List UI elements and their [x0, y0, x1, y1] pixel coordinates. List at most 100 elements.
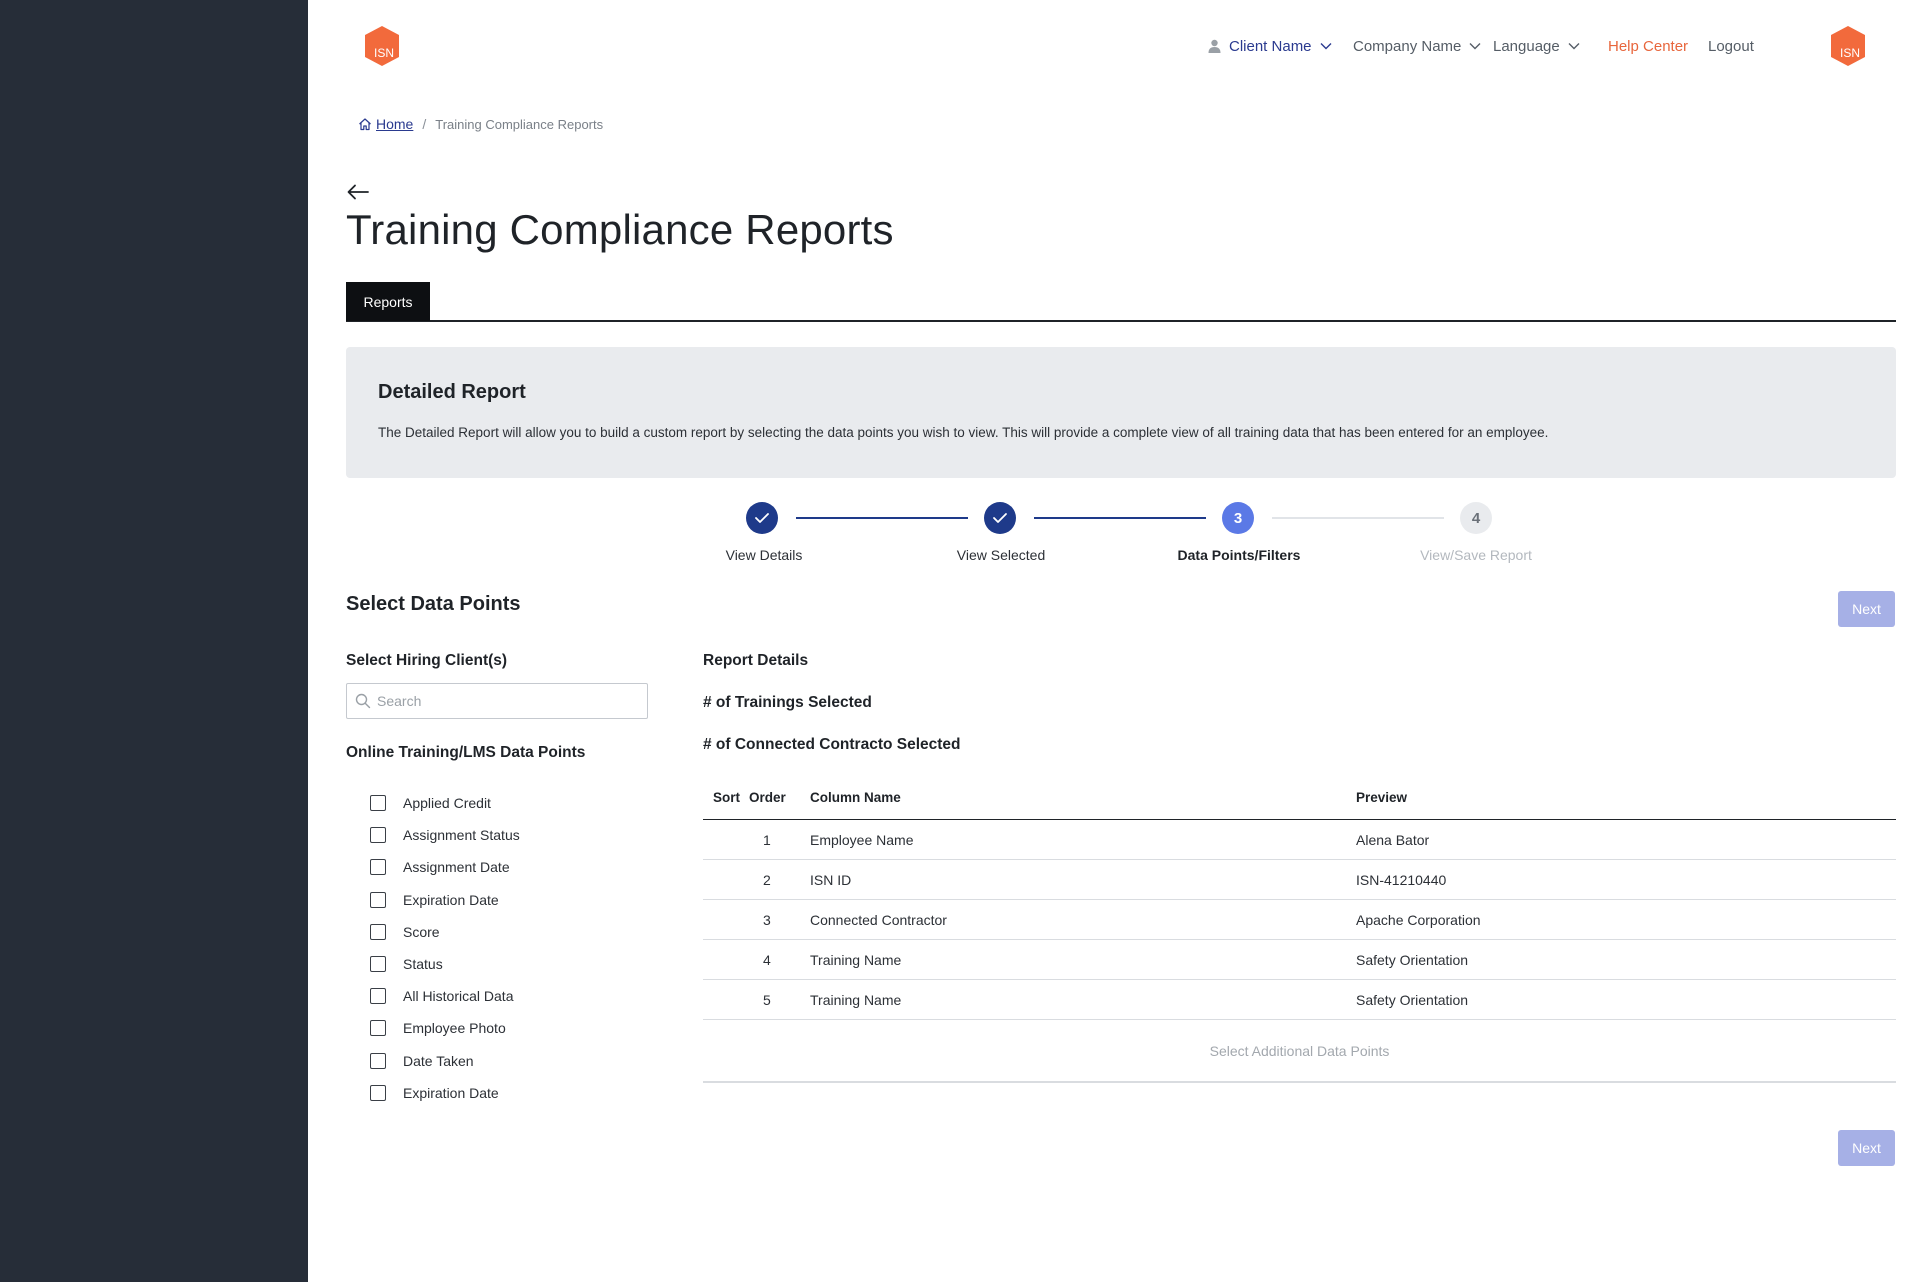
step-3-current[interactable]: 3: [1222, 502, 1254, 534]
checkbox[interactable]: [370, 1020, 386, 1037]
search-field[interactable]: [346, 683, 648, 719]
section-title: Select Data Points: [346, 593, 521, 615]
user-icon: [1208, 39, 1221, 53]
checkbox-applied-credit[interactable]: Applied Credit: [370, 787, 520, 819]
breadcrumb-current: Training Compliance Reports: [435, 116, 604, 132]
row-preview: ISN-41210440: [1356, 872, 1447, 888]
header-order[interactable]: Order: [749, 790, 786, 805]
row-order: 3: [763, 912, 771, 928]
next-button-bottom[interactable]: Next: [1838, 1130, 1895, 1166]
svg-text:ISN: ISN: [1840, 46, 1860, 60]
row-preview: Safety Orientation: [1356, 952, 1469, 968]
checkbox-label: Status: [403, 956, 443, 973]
user-avatar[interactable]: ISN: [1826, 24, 1870, 68]
info-description: The Detailed Report will allow you to bu…: [378, 425, 1549, 440]
checkbox[interactable]: [370, 891, 386, 908]
row-preview: Safety Orientation: [1356, 992, 1469, 1008]
logout-link[interactable]: Logout: [1708, 38, 1754, 55]
checkmark-icon: [755, 513, 769, 523]
header-sort[interactable]: Sort: [713, 790, 740, 805]
row-preview: Alena Bator: [1356, 832, 1430, 848]
contractors-selected-label: # of Connected Contracto Selected: [703, 736, 961, 753]
language-dropdown[interactable]: Language: [1493, 38, 1580, 55]
chevron-down-icon: [1568, 43, 1580, 50]
step-label: Data Points/Filters: [1177, 547, 1301, 563]
table-row[interactable]: 5 Training Name Safety Orientation: [703, 980, 1896, 1020]
checkbox[interactable]: [370, 827, 386, 844]
step-1-complete[interactable]: [746, 502, 778, 534]
row-order: 4: [763, 952, 771, 968]
checkbox-expiration-date-2[interactable]: Expiration Date: [370, 1077, 520, 1109]
next-button[interactable]: Next: [1838, 591, 1895, 627]
checkbox-all-historical-data[interactable]: All Historical Data: [370, 980, 520, 1012]
checkbox[interactable]: [370, 923, 386, 940]
table-header: Sort Order Column Name Preview: [703, 785, 1896, 820]
checkbox-label: Expiration Date: [403, 1084, 499, 1101]
checkbox-assignment-date[interactable]: Assignment Date: [370, 851, 520, 883]
breadcrumb-separator: /: [422, 116, 427, 132]
step-label: View/Save Report: [1420, 547, 1532, 563]
checkbox[interactable]: [370, 956, 386, 973]
home-icon: [359, 118, 371, 131]
row-preview: Apache Corporation: [1356, 912, 1481, 928]
tab-bar: Reports: [346, 282, 1896, 322]
checkbox[interactable]: [370, 1084, 386, 1101]
checkbox-expiration-date[interactable]: Expiration Date: [370, 884, 520, 916]
checkbox[interactable]: [370, 859, 386, 876]
step-label: View Selected: [956, 547, 1046, 563]
info-title: Detailed Report: [378, 381, 526, 403]
company-name-label: Company Name: [1353, 37, 1462, 55]
table-row[interactable]: 1 Employee Name Alena Bator: [703, 820, 1896, 860]
checkbox[interactable]: [370, 1052, 386, 1069]
help-center-link[interactable]: Help Center: [1608, 38, 1688, 55]
checkbox-label: Expiration Date: [403, 891, 499, 908]
progress-stepper: 3 4 View Details View Selected Data Poin…: [308, 500, 1920, 570]
select-additional-data-points[interactable]: Select Additional Data Points: [703, 1020, 1896, 1083]
row-order: 2: [763, 872, 771, 888]
back-arrow-icon[interactable]: [346, 182, 370, 202]
breadcrumb: Home / Training Compliance Reports: [358, 116, 603, 132]
page-title: Training Compliance Reports: [346, 206, 894, 253]
row-order: 1: [763, 832, 771, 848]
checkbox-label: Employee Photo: [403, 1020, 506, 1037]
client-name-dropdown[interactable]: Client Name: [1208, 38, 1332, 55]
checkbox-assignment-status[interactable]: Assignment Status: [370, 819, 520, 851]
header-preview: Preview: [1356, 790, 1408, 805]
checkbox-label: Assignment Status: [403, 827, 520, 844]
checkbox[interactable]: [370, 795, 386, 812]
hiring-clients-title: Select Hiring Client(s): [346, 652, 508, 669]
row-order: 5: [763, 992, 771, 1008]
report-columns-table: Sort Order Column Name Preview 1 Employe…: [703, 785, 1896, 1083]
breadcrumb-home[interactable]: Home: [358, 116, 413, 132]
checkbox-label: Score: [403, 923, 440, 940]
table-row[interactable]: 4 Training Name Safety Orientation: [703, 940, 1896, 980]
isn-logo[interactable]: ISN: [360, 24, 404, 68]
checkbox-label: Assignment Date: [403, 859, 510, 876]
trainings-selected-label: # of Trainings Selected: [703, 694, 872, 711]
svg-text:ISN: ISN: [374, 46, 394, 60]
main-content: ISN Client Name Company Name Language He…: [308, 0, 1920, 1282]
company-name-dropdown[interactable]: Company Name: [1353, 38, 1481, 55]
table-row[interactable]: 3 Connected Contractor Apache Corporatio…: [703, 900, 1896, 940]
step-2-complete[interactable]: [984, 502, 1016, 534]
tab-reports[interactable]: Reports: [346, 282, 430, 321]
table-row[interactable]: 2 ISN ID ISN-41210440: [703, 860, 1896, 900]
search-icon: [355, 693, 371, 709]
checkbox-status[interactable]: Status: [370, 948, 520, 980]
step-connector: [796, 517, 968, 519]
checkbox-date-taken[interactable]: Date Taken: [370, 1045, 520, 1077]
search-input[interactable]: [377, 693, 637, 709]
client-name-label: Client Name: [1229, 37, 1312, 55]
checkbox-employee-photo[interactable]: Employee Photo: [370, 1012, 520, 1044]
checkbox[interactable]: [370, 988, 386, 1005]
checkbox-label: All Historical Data: [403, 988, 514, 1005]
checkbox-label: Applied Credit: [403, 795, 491, 812]
checkbox-score[interactable]: Score: [370, 916, 520, 948]
checkbox-label: Date Taken: [403, 1052, 474, 1069]
language-label: Language: [1493, 37, 1560, 55]
breadcrumb-home-label: Home: [376, 116, 414, 132]
checkmark-icon: [993, 513, 1007, 523]
row-column-name: Employee Name: [810, 832, 914, 848]
sidebar: [0, 0, 308, 1282]
header-column-name: Column Name: [810, 790, 901, 805]
